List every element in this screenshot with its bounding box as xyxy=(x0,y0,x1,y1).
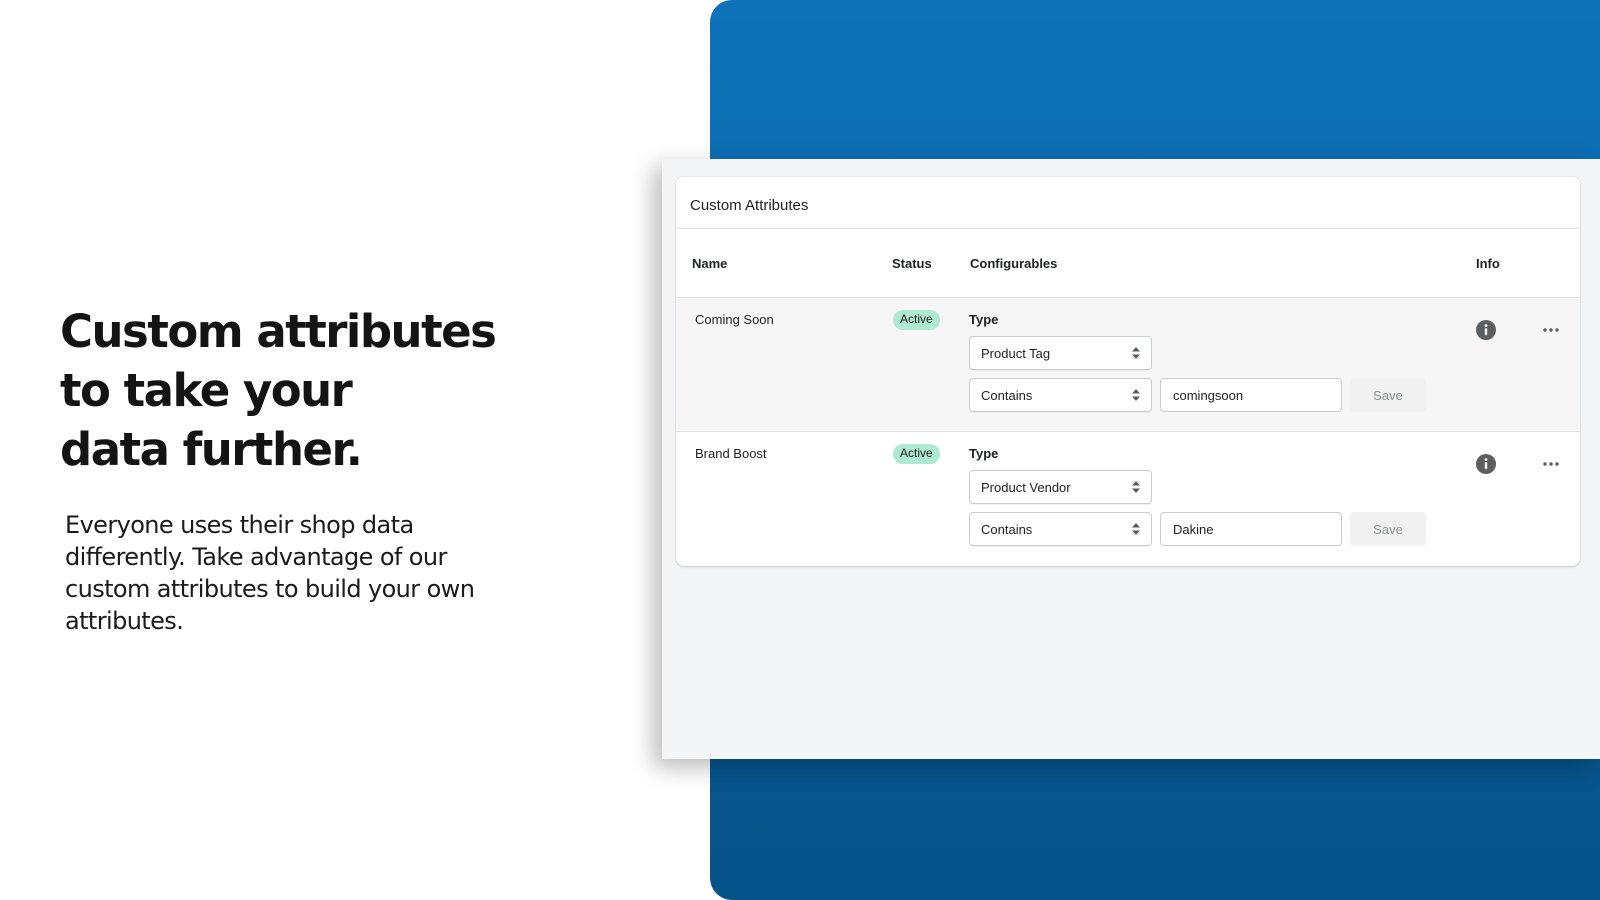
attribute-name: Coming Soon xyxy=(695,312,774,327)
operator-select[interactable]: Contains xyxy=(969,378,1152,412)
value-input[interactable] xyxy=(1160,512,1342,546)
select-arrows-icon xyxy=(1132,523,1140,535)
table-header: Name Status Configurables Info xyxy=(676,229,1580,298)
operator-select-value: Contains xyxy=(981,521,1033,537)
configurable-type-label: Type xyxy=(969,446,999,461)
table-row: Coming Soon Active Type Product Tag Cont… xyxy=(676,298,1580,432)
attribute-name: Brand Boost xyxy=(695,446,767,461)
type-select-value: Product Tag xyxy=(981,345,1051,361)
info-icon[interactable] xyxy=(1476,320,1496,340)
status-badge: Active xyxy=(893,310,940,330)
hero-description: Everyone uses their shop data differentl… xyxy=(65,511,475,635)
column-header-info: Info xyxy=(1476,255,1500,271)
operator-select[interactable]: Contains xyxy=(969,512,1152,546)
custom-attributes-card: Custom Attributes Name Status Configurab… xyxy=(676,177,1580,566)
column-header-name: Name xyxy=(692,255,728,271)
save-button[interactable]: Save xyxy=(1350,512,1426,546)
table-row: Brand Boost Active Type Product Vendor C… xyxy=(676,432,1580,566)
type-select[interactable]: Product Tag xyxy=(969,336,1152,370)
hero-title: Custom attributes to take your data furt… xyxy=(60,305,497,476)
more-horizontal-icon[interactable] xyxy=(1542,320,1560,340)
app-screenshot-frame: Custom Attributes Name Status Configurab… xyxy=(662,159,1600,759)
card-title: Custom Attributes xyxy=(690,197,809,214)
status-badge: Active xyxy=(893,444,940,464)
select-arrows-icon xyxy=(1132,389,1140,401)
info-icon[interactable] xyxy=(1476,454,1496,474)
select-arrows-icon xyxy=(1132,347,1140,359)
type-select[interactable]: Product Vendor xyxy=(969,470,1152,504)
column-header-configurables: Configurables xyxy=(970,255,1058,271)
select-arrows-icon xyxy=(1132,481,1140,493)
configurable-type-label: Type xyxy=(969,312,999,327)
type-select-value: Product Vendor xyxy=(981,479,1071,495)
save-button[interactable]: Save xyxy=(1350,378,1426,412)
more-horizontal-icon[interactable] xyxy=(1542,454,1560,474)
column-header-status: Status xyxy=(892,255,932,271)
operator-select-value: Contains xyxy=(981,387,1033,403)
hero-section: Custom attributes to take your data furt… xyxy=(60,302,540,637)
value-input[interactable] xyxy=(1160,378,1342,412)
card-header: Custom Attributes xyxy=(676,177,1580,229)
